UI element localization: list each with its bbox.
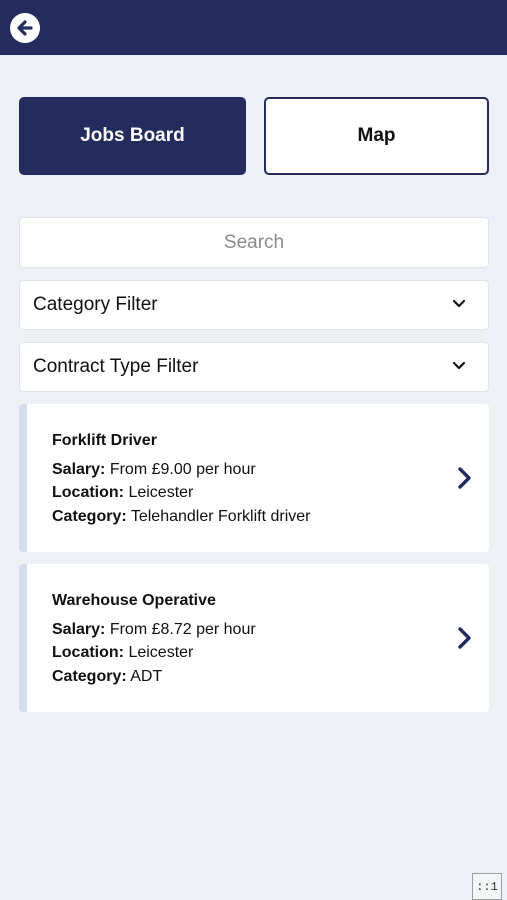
view-tabs: Jobs Board Map [19,97,489,175]
job-salary: Salary: From £8.72 per hour [52,621,256,638]
corner-badge: ::1 [472,873,502,900]
category-filter-label: Category Filter [33,294,158,315]
tab-map[interactable]: Map [264,97,489,175]
contract-type-filter[interactable]: Contract Type Filter [19,342,489,392]
category-filter[interactable]: Category Filter [19,280,489,330]
search-input[interactable] [19,217,489,268]
back-button[interactable] [10,13,40,43]
chevron-down-icon [452,299,466,308]
back-arrow-icon [17,20,33,36]
job-card[interactable]: Warehouse Operative Salary: From £8.72 p… [19,564,489,712]
job-category: Category: Telehandler Forklift driver [52,508,311,525]
job-title: Forklift Driver [52,432,157,449]
tab-jobs-board[interactable]: Jobs Board [19,97,246,175]
job-category: Category: ADT [52,668,163,685]
job-location: Location: Leicester [52,644,194,661]
job-card[interactable]: Forklift Driver Salary: From £9.00 per h… [19,404,489,552]
top-bar [0,0,507,55]
chevron-right-icon[interactable] [457,626,473,650]
chevron-down-icon [452,361,466,370]
chevron-right-icon[interactable] [457,466,473,490]
job-salary: Salary: From £9.00 per hour [52,461,256,478]
job-title: Warehouse Operative [52,592,216,609]
contract-type-filter-label: Contract Type Filter [33,356,199,377]
job-location: Location: Leicester [52,484,194,501]
card-accent [19,404,27,552]
card-accent [19,564,27,712]
